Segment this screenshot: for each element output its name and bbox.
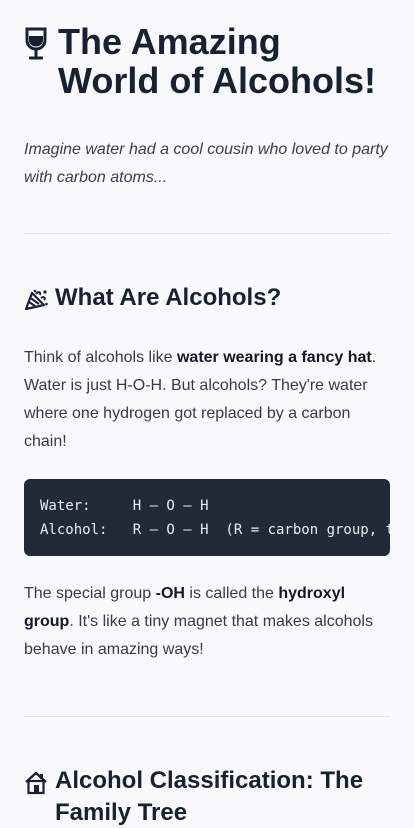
section-divider <box>24 716 390 717</box>
house-icon <box>24 771 48 804</box>
page-title: The Amazing World of Alcohols! <box>24 22 390 100</box>
page-title-text: The Amazing World of Alcohols! <box>58 21 376 101</box>
code-line-alcohol: Alcohol: R — O — H (R = carbon group, t <box>40 522 390 538</box>
fancy-hat-emphasis: water wearing a fancy hat <box>176 349 372 366</box>
structure-code-block: Water: H — O — H Alcohol: R — O — H (R = … <box>24 479 390 556</box>
hydroxyl-group-paragraph: The special group -OH is called the hydr… <box>24 585 373 658</box>
oh-emphasis: -OH <box>155 585 185 602</box>
classification-heading: Alcohol Classification: The Family Tree <box>24 765 390 828</box>
classification-heading-text: Alcohol Classification: The Family Tree <box>55 767 364 826</box>
party-popper-icon <box>24 288 48 320</box>
article: The Amazing World of Alcohols! Imagine w… <box>0 0 414 828</box>
wine-glass-icon <box>24 27 48 68</box>
intro-text: Imagine water had a cool cousin who love… <box>24 141 388 186</box>
code-line-water: Water: H — O — H <box>40 498 209 514</box>
alcohol-definition-paragraph: Think of alcohols like water wearing a f… <box>24 349 377 450</box>
section-divider <box>24 233 390 234</box>
what-are-alcohols-heading: What Are Alcohols? <box>24 282 390 320</box>
what-are-alcohols-heading-text: What Are Alcohols? <box>55 284 282 311</box>
